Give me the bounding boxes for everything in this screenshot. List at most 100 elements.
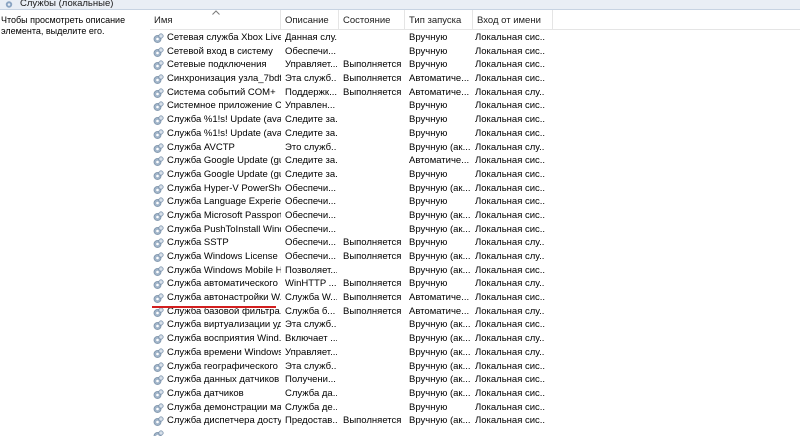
table-row[interactable]: Служба SSTP Обеспечи... Выполняется Вручную… [150,236,800,250]
service-state: Выполняется [343,278,402,290]
service-logon-as: Локальная сис... [475,387,545,399]
table-row[interactable]: Синхронизация узла_7bdf... Эта служб... Вы… [150,72,800,86]
service-state: Выполняется [343,86,402,98]
column-header-description-label: Описание [285,15,329,26]
table-row[interactable]: Служба диспетчера досту... Предостав... Вы… [150,414,800,428]
table-row[interactable]: Служба автоматического ... WinHTTP ... Вып… [150,277,800,291]
service-description: Включает ... [285,333,337,345]
service-gear-icon [153,47,164,57]
service-logon-as: Локальная сис... [475,127,545,139]
service-state [343,168,405,182]
table-row[interactable]: Сетевая служба Xbox Live Данная слу... Вру… [150,31,800,45]
service-name-text: Служба %1!s! Update (avas... [167,127,281,139]
table-row[interactable]: Служба Windows Mobile H... Позволяет... Вр… [150,264,800,278]
column-header-description[interactable]: Описание [281,10,339,30]
service-name-text: Служба SSTP [167,237,229,249]
table-row[interactable]: Служба AVCTP Это служб... Вручную (ак... Ло… [150,141,800,155]
service-state [343,99,405,113]
service-description: Получени... [285,374,336,386]
service-name-text: Служба демонстрации ма... [167,401,281,413]
service-gear-icon [153,156,164,167]
service-name: Служба восприятия Wind... [153,332,281,346]
service-startup-type: Автоматиче... [409,73,470,85]
service-name: Сетевая служба Xbox Live [153,31,281,45]
column-header-startup-type[interactable]: Тип запуска [405,10,473,30]
table-row[interactable]: Служба Windows License ... Обеспечи... Вып… [150,250,800,264]
service-gear-icon [153,211,164,221]
table-row[interactable]: Сетевые подключения Управляет... Выполняет… [150,58,800,72]
table-row[interactable]: Системное приложение C... Управлен... Вруч… [150,99,800,113]
service-name-text: Служба автоматического ... [167,278,281,290]
service-name-text: Система событий COM+ [167,86,276,98]
service-gear-icon [153,334,164,345]
table-row[interactable]: Служба Hyper-V PowerShe... Обеспечи... Вру… [150,182,800,196]
service-startup-type: Вручную (ак... [409,264,471,276]
window-title-bar: Службы (локальные) [0,0,800,10]
service-gear-icon [153,184,164,194]
service-name-text: Служба автонастройки W... [167,292,281,304]
table-row[interactable]: Служба %1!s! Update (avas... Следите за..… [150,127,800,141]
service-logon-as: Локальная сис... [475,264,545,276]
table-row[interactable]: Служба данных датчиков Получени... Вручную… [150,373,800,387]
service-name: Служба Language Experien... [153,195,281,209]
table-row[interactable]: Служба виртуализации уд... Эта служб... Вр… [150,318,800,332]
service-description: Следите за... [285,127,337,139]
column-header-logon-as[interactable]: Вход от имени [473,10,553,30]
column-header-state[interactable]: Состояние [339,10,405,30]
service-startup-type: Вручную (ак... [409,223,471,235]
service-state: Выполняется [343,59,402,71]
table-row[interactable]: Система событий COM+ Поддержк... Выполняет… [150,86,800,100]
service-state: Выполняется [343,251,402,262]
table-row[interactable]: Служба географического ... Эта служб... Вр… [150,360,800,374]
service-description: Обеспечи... [285,45,337,57]
service-name: Служба Microsoft Passport [153,209,281,223]
service-logon-as: Локальная сис... [475,168,545,180]
service-name: Служба демонстрации ма... [153,401,281,415]
column-header-name-label: Имя [154,15,173,26]
table-row[interactable]: Служба Google Update (gu... Следите за...… [150,168,800,182]
table-row[interactable]: Служба датчиков Служба да... Вручную (ак..… [150,387,800,401]
service-name: Служба времени Windows [153,346,281,360]
service-startup-type: Вручную (ак... [409,141,471,153]
table-row[interactable]: Сетевой вход в систему Обеспечи... Вручную… [150,45,800,59]
table-row[interactable]: Служба %1!s! Update (avast) Следите за...… [150,113,800,127]
service-description: Обеспечи... [285,182,337,194]
service-name-text: Служба Google Update (gu... [167,155,281,167]
service-gear-icon [153,74,164,84]
service-startup-type [409,428,472,436]
table-row[interactable]: Служба Language Experien... Обеспечи... Вр… [150,195,800,209]
service-logon-as: Локальная слу... [475,333,545,345]
table-row[interactable]: Служба Microsoft Passport Обеспечи... Вруч… [150,209,800,223]
service-logon-as: Локальная слу... [475,251,545,262]
service-logon-as: Локальная сис... [475,114,545,126]
service-startup-type: Вручную (ак... [409,333,471,345]
table-row[interactable]: Служба автонастройки W... Служба W... Выпо… [150,291,800,305]
window-title: Службы (локальные) [20,0,114,9]
column-header-state-label: Состояние [343,15,391,26]
service-startup-type: Вручную [409,114,448,126]
service-name: Служба PushToInstall Wind... [153,223,281,237]
table-row[interactable] [150,428,800,436]
service-description: Служба де... [285,401,337,413]
service-state [343,360,405,374]
service-name-text: Системное приложение C... [167,100,281,112]
service-logon-as: Локальная сис... [475,196,545,208]
service-name-text: Служба данных датчиков [167,374,280,386]
table-row[interactable]: Служба демонстрации ма... Служба де... Вру… [150,401,800,415]
service-name: Сетевой вход в систему [153,45,281,59]
service-state: Выполняется [343,292,402,304]
service-state [343,332,405,346]
service-name: Система событий COM+ [153,86,281,100]
service-logon-as: Локальная сис... [475,223,545,235]
service-state: Выполняется [343,73,402,85]
table-row[interactable]: Служба восприятия Wind... Включает ... Вру… [150,332,800,346]
table-row[interactable]: Служба времени Windows Управляет... Вручну… [150,346,800,360]
table-row[interactable]: Служба Google Update (gu... Следите за...… [150,154,800,168]
service-startup-type: Вручную (ак... [409,182,471,194]
service-gear-icon [153,60,164,71]
service-description: Управляет... [285,59,337,71]
table-row[interactable]: Служба PushToInstall Wind... Обеспечи... В… [150,223,800,237]
sort-ascending-icon [212,10,220,15]
service-description [285,428,337,436]
service-name-text: Служба Language Experien... [167,196,281,208]
